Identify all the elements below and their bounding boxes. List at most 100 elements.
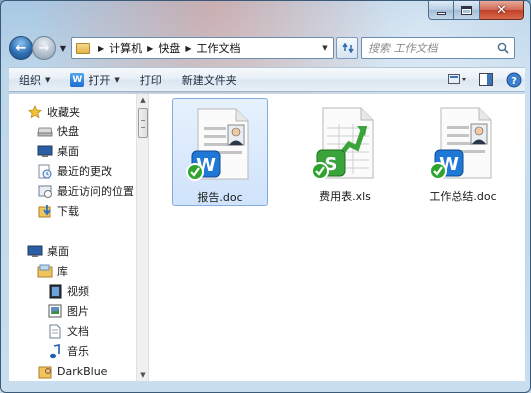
print-label: 打印 bbox=[139, 73, 162, 87]
breadcrumb-computer[interactable]: 计算机 bbox=[109, 40, 142, 56]
forward-arrow-icon: → bbox=[38, 40, 50, 56]
print-button[interactable]: 打印 bbox=[130, 68, 172, 91]
breadcrumb-separator-icon[interactable]: ▶ bbox=[98, 44, 104, 53]
drive-icon bbox=[37, 123, 53, 139]
nav-item-label: 下载 bbox=[57, 205, 79, 218]
new-folder-button[interactable]: 新建文件夹 bbox=[172, 68, 247, 91]
nav-item-recent-places[interactable]: 最近访问的位置 bbox=[37, 182, 134, 200]
preview-pane-icon bbox=[479, 73, 493, 86]
breadcrumb-kuaipan[interactable]: 快盘 bbox=[158, 40, 180, 56]
open-button[interactable]: W 打开 ▼ bbox=[60, 68, 129, 91]
refresh-icon bbox=[342, 42, 354, 54]
folder-icon bbox=[76, 42, 90, 54]
pictures-icon bbox=[47, 303, 63, 319]
file-item[interactable]: W 报告.doc bbox=[172, 98, 268, 206]
nav-item-libraries[interactable]: 库 bbox=[37, 262, 68, 280]
organize-label: 组织 bbox=[19, 73, 41, 87]
breadcrumb-work-docs[interactable]: 工作文档 bbox=[196, 40, 240, 56]
scroll-down-arrow-icon[interactable]: ▼ bbox=[137, 369, 148, 381]
places-icon bbox=[37, 183, 53, 199]
file-name: 报告.doc bbox=[197, 191, 243, 204]
close-button[interactable]: ✕ bbox=[480, 1, 524, 20]
nav-item-pictures[interactable]: 图片 bbox=[47, 302, 89, 320]
nav-item-music[interactable]: 音乐 bbox=[47, 342, 89, 360]
maximize-icon bbox=[461, 5, 472, 15]
nav-item-downloads[interactable]: 下载 bbox=[37, 202, 79, 220]
word-document-icon: W bbox=[184, 105, 256, 183]
nav-item-darkblue[interactable]: DarkBlue bbox=[37, 362, 107, 380]
back-arrow-icon: ← bbox=[15, 40, 27, 56]
file-name: 工作总结.doc bbox=[429, 190, 497, 203]
preview-pane-button[interactable] bbox=[475, 70, 497, 90]
nav-item-label: DarkBlue bbox=[57, 364, 108, 378]
new-folder-label: 新建文件夹 bbox=[181, 73, 237, 87]
download-icon bbox=[37, 203, 53, 219]
close-icon: ✕ bbox=[496, 2, 507, 18]
view-icon bbox=[448, 73, 466, 84]
nav-item-label: 音乐 bbox=[67, 345, 89, 358]
scroll-up-arrow-icon[interactable]: ▲ bbox=[137, 94, 148, 106]
explorer-content: 收藏夹 快盘 桌面 最近的更改 最近访问的位置 下载 桌面 库 视频 图片 文档… bbox=[9, 93, 525, 381]
minimize-icon bbox=[436, 12, 446, 15]
nav-item-recent-changes[interactable]: 最近的更改 bbox=[37, 162, 112, 180]
word-app-icon: W bbox=[70, 72, 85, 87]
navigation-pane: 收藏夹 快盘 桌面 最近的更改 最近访问的位置 下载 桌面 库 视频 图片 文档… bbox=[9, 94, 149, 381]
nav-item-label: 文档 bbox=[67, 325, 89, 338]
music-icon bbox=[47, 343, 63, 359]
nav-item-kuaipan[interactable]: 快盘 bbox=[37, 122, 79, 140]
file-name: 费用表.xls bbox=[319, 190, 371, 203]
back-button[interactable]: ← bbox=[9, 36, 33, 60]
nav-item-label: 视频 bbox=[67, 285, 89, 298]
nav-item-label: 最近访问的位置 bbox=[57, 185, 134, 198]
nav-item-videos[interactable]: 视频 bbox=[47, 282, 89, 300]
svg-text:?: ? bbox=[511, 76, 517, 87]
video-icon bbox=[47, 283, 63, 299]
forward-button[interactable]: → bbox=[32, 36, 56, 60]
organize-menu[interactable]: 组织 ▼ bbox=[9, 68, 60, 91]
nav-item-desktop[interactable]: 桌面 bbox=[37, 142, 79, 160]
breadcrumb-separator-icon[interactable]: ▶ bbox=[147, 44, 153, 53]
nav-item-favorites[interactable]: 收藏夹 bbox=[27, 103, 80, 121]
explorer-window: ✕ ← → ▼ ▶ 计算机 ▶ 快盘 ▶ 工作文档 ▼ 搜索 工作文档 组织 ▼… bbox=[0, 0, 531, 393]
user-folder-icon bbox=[37, 363, 53, 379]
toolbar-right-group: ? bbox=[441, 70, 525, 90]
navigation-scrollbar[interactable]: ▲ ▼ bbox=[136, 94, 148, 381]
search-input[interactable]: 搜索 工作文档 bbox=[361, 37, 515, 59]
refresh-button[interactable] bbox=[336, 37, 358, 59]
nav-item-label: 桌面 bbox=[57, 145, 79, 158]
search-placeholder: 搜索 工作文档 bbox=[368, 42, 438, 55]
file-list: W 报告.doc S 费用表.xls W 工作总结.doc bbox=[149, 94, 525, 381]
nav-item-label: 快盘 bbox=[57, 125, 79, 138]
scroll-thumb[interactable] bbox=[138, 108, 148, 138]
documents-icon bbox=[47, 323, 63, 339]
search-icon[interactable] bbox=[497, 42, 509, 54]
desktop-icon bbox=[27, 243, 43, 259]
address-dropdown-button[interactable]: ▼ bbox=[317, 38, 333, 58]
breadcrumb-separator-icon[interactable]: ▶ bbox=[185, 44, 191, 53]
maximize-button[interactable] bbox=[454, 1, 480, 20]
caption-buttons: ✕ bbox=[428, 1, 524, 22]
file-item[interactable]: W 工作总结.doc bbox=[415, 98, 511, 206]
help-icon: ? bbox=[506, 72, 522, 87]
status-strip bbox=[9, 381, 525, 387]
library-icon bbox=[37, 263, 53, 279]
help-button[interactable]: ? bbox=[503, 70, 525, 90]
nav-item-label: 最近的更改 bbox=[57, 165, 112, 178]
view-options-button[interactable] bbox=[447, 70, 469, 90]
nav-item-label: 桌面 bbox=[47, 245, 69, 258]
recent-pages-dropdown[interactable]: ▼ bbox=[57, 44, 69, 53]
nav-item-label: 收藏夹 bbox=[47, 106, 80, 119]
chevron-down-icon: ▼ bbox=[45, 75, 51, 84]
file-item[interactable]: S 费用表.xls bbox=[297, 98, 393, 206]
address-bar[interactable]: ▶ 计算机 ▶ 快盘 ▶ 工作文档 ▼ bbox=[71, 37, 334, 59]
minimize-button[interactable] bbox=[428, 1, 454, 20]
nav-item-desktop-root[interactable]: 桌面 bbox=[27, 242, 69, 260]
word-document-icon: W bbox=[427, 104, 499, 182]
star-icon bbox=[27, 104, 43, 120]
command-toolbar: 组织 ▼ W 打开 ▼ 打印 新建文件夹 ? bbox=[9, 67, 525, 92]
nav-item-label: 库 bbox=[57, 265, 68, 278]
navigation-bar: ← → ▼ ▶ 计算机 ▶ 快盘 ▶ 工作文档 ▼ 搜索 工作文档 bbox=[9, 34, 525, 62]
chevron-down-icon: ▼ bbox=[114, 75, 120, 84]
spreadsheet-icon: S bbox=[309, 104, 381, 182]
nav-item-documents[interactable]: 文档 bbox=[47, 322, 89, 340]
